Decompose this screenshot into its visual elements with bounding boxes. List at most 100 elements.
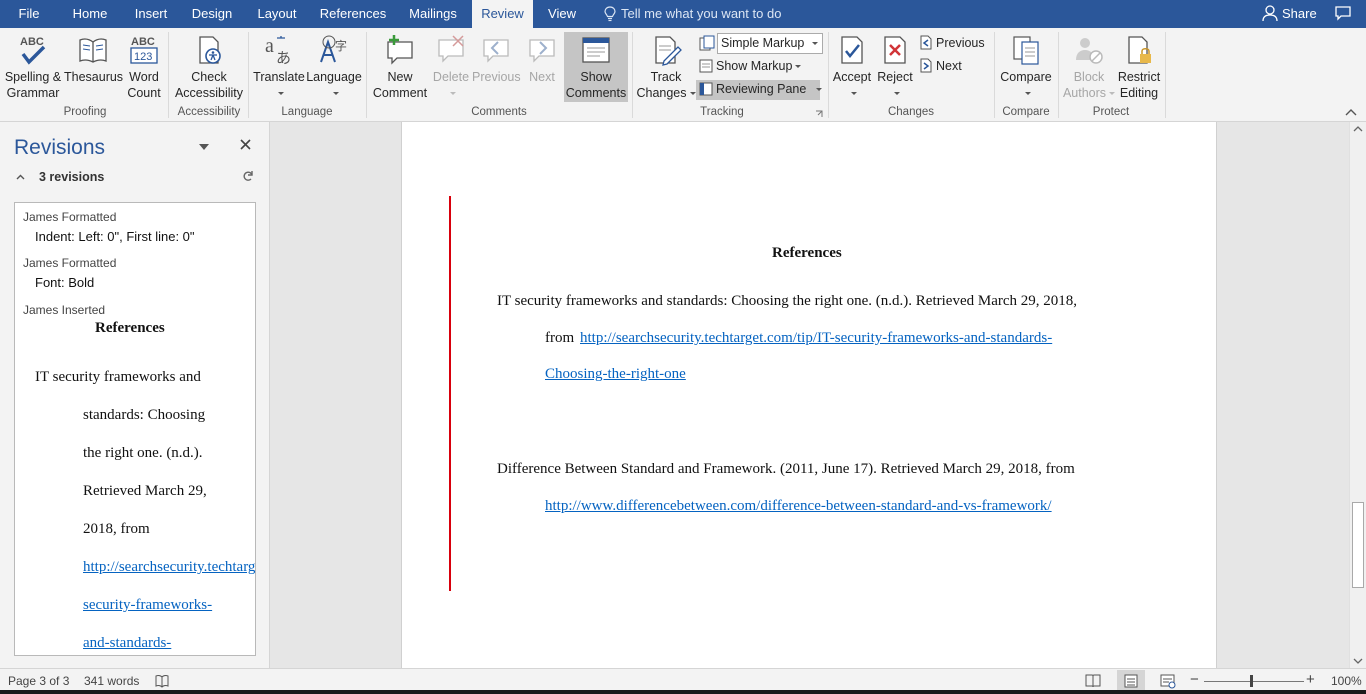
scrollbar-thumb[interactable] [1352,502,1364,588]
proofing-status-icon[interactable] [155,674,169,688]
pane-options-icon[interactable] [199,144,209,150]
revisions-list[interactable]: James Formatted Indent: Left: 0", First … [14,202,256,656]
inserted-heading: References [95,320,165,336]
show-comments-button[interactable]: Show Comments [564,34,628,101]
document-page[interactable]: References IT security frameworks and st… [401,122,1217,668]
block-authors-icon [1076,38,1103,64]
reference-link[interactable]: Choosing-the-right-one [545,366,686,383]
svg-text:ABC: ABC [131,36,155,48]
check-accessibility-button[interactable]: Check Accessibility [172,34,246,101]
show-markup-button[interactable]: Show Markup [699,56,802,76]
word-count-indicator[interactable]: 341 words [84,674,139,688]
next-comment-icon [529,39,555,63]
delete-comment-icon [438,35,464,63]
tab-review[interactable]: Review [472,0,533,28]
document-area[interactable]: References IT security frameworks and st… [271,122,1349,668]
lightbulb-icon [604,6,616,22]
group-label-comments: Comments [471,106,527,118]
group-label-accessibility: Accessibility [177,106,241,118]
accessibility-icon [199,36,221,64]
reject-button[interactable]: Reject [874,34,916,101]
page-indicator[interactable]: Page 3 of 3 [8,674,69,688]
refresh-icon[interactable] [242,170,254,182]
book-icon [79,38,107,63]
previous-change-icon [920,35,932,50]
check-label: Check [191,70,227,84]
language-label: Language [306,70,362,84]
restrict-editing-button[interactable]: Restrict Editing [1116,34,1162,101]
inserted-text-line: standards: Choosing [83,407,206,423]
tab-insert[interactable]: Insert [124,0,178,28]
zoom-level[interactable]: 100% [1331,674,1362,688]
read-mode-icon[interactable] [1085,673,1101,689]
print-layout-icon[interactable] [1123,673,1139,689]
reference-text: IT security frameworks and standards: Ch… [497,293,1078,309]
tab-layout[interactable]: Layout [248,0,306,28]
reviewing-pane-button[interactable]: Reviewing Pane [699,79,823,99]
tell-me-search[interactable]: Tell me what you want to do [604,0,781,28]
compare-button[interactable]: Compare [998,34,1054,101]
previous-comment-button[interactable]: Previous [472,34,521,85]
taskbar-edge [0,690,1366,694]
zoom-in-button[interactable]: + [1306,671,1315,688]
web-layout-icon[interactable] [1160,673,1176,689]
zoom-slider-thumb[interactable] [1250,675,1253,687]
block-authors-button[interactable]: Block Authors [1062,34,1116,101]
ribbon: ABC Spelling & Grammar Thesaurus ABC 123 [0,28,1366,122]
group-label-language: Language [281,106,333,118]
zoom-slider[interactable] [1204,681,1304,682]
group-label-changes: Changes [887,106,935,118]
word-count-icon: ABC 123 [130,36,158,64]
tab-mailings[interactable]: Mailings [402,0,464,28]
display-for-review-select[interactable]: Simple Markup [717,33,823,54]
dropdown-caret-icon [1024,92,1031,95]
spelling-grammar-button[interactable]: ABC Spelling & Grammar [4,34,62,101]
zoom-out-button[interactable]: − [1190,671,1199,688]
share-button[interactable]: Share [1262,0,1317,28]
scroll-down-icon[interactable] [1353,658,1363,664]
dropdown-caret-icon [850,92,857,95]
group-separator [828,32,829,118]
inserted-link[interactable]: http://searchsecurity.techtarget.com/tip… [83,559,255,576]
grammar-label: Grammar [6,86,60,100]
reference-link[interactable]: http://www.differencebetween.com/differe… [545,498,1052,515]
inserted-link[interactable]: and-standards- [83,635,171,652]
reject-label: Reject [877,70,913,84]
next-change-button[interactable]: Next [919,56,962,76]
delete-comment-button[interactable]: Delete [430,34,472,101]
tab-home[interactable]: Home [62,0,118,28]
comments-icon[interactable] [1335,6,1351,21]
track-changes-button[interactable]: Track Changes [636,34,696,101]
collapse-ribbon-icon[interactable] [1345,108,1357,116]
tab-references[interactable]: References [316,0,390,28]
language-button[interactable]: 字 Language [306,34,362,101]
translate-button[interactable]: a あ Translate [252,34,306,101]
collapse-chevron-icon[interactable] [16,174,25,180]
thesaurus-label: Thesaurus [64,70,124,84]
tab-design[interactable]: Design [184,0,240,28]
vertical-scrollbar[interactable] [1349,122,1366,668]
new-comment-button[interactable]: New Comment [370,34,430,101]
next-comment-button[interactable]: Next [522,34,562,85]
word-window: File Home Insert Design Layout Reference… [0,0,1366,694]
tab-view[interactable]: View [540,0,584,28]
reference-link[interactable]: http://searchsecurity.techtarget.com/tip… [580,330,1052,347]
previous-change-button[interactable]: Previous [919,33,985,53]
dropdown-caret-icon [449,92,456,95]
thesaurus-button[interactable]: Thesaurus [64,34,124,85]
scroll-up-icon[interactable] [1353,126,1363,132]
group-label-proofing: Proofing [63,106,107,118]
group-label-protect: Protect [1092,106,1130,118]
accessibility-label: Accessibility [174,86,244,100]
revision-author: James Formatted [23,210,117,224]
next-label: Next [529,70,555,84]
dropdown-caret-icon [277,92,284,95]
tab-file[interactable]: File [0,0,58,28]
inserted-link[interactable]: security-frameworks- [83,597,212,614]
word-count-button[interactable]: ABC 123 Word Count [124,34,164,101]
reference-text: from [545,330,575,346]
dialog-launcher-icon[interactable] [815,110,823,118]
compare-icon [1013,36,1039,65]
accept-button[interactable]: Accept [832,34,872,101]
close-icon[interactable] [240,139,251,150]
